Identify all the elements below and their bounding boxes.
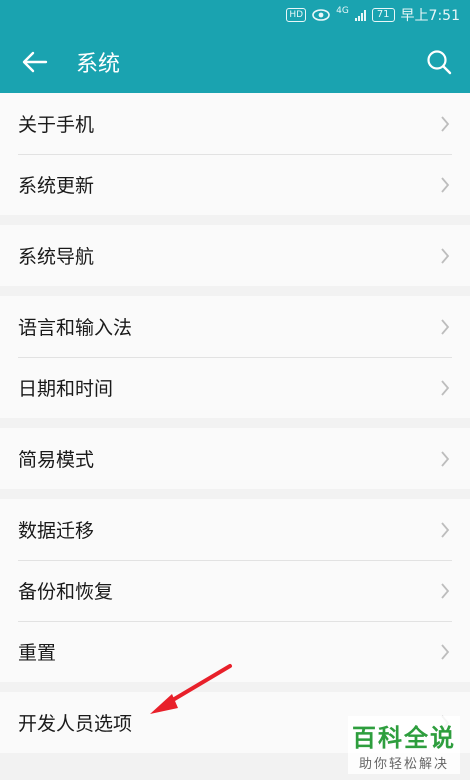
settings-item-label: 系统更新: [18, 175, 95, 197]
chevron-right-icon: [438, 316, 452, 338]
settings-group: 简易模式: [0, 428, 470, 489]
settings-group: 系统导航: [0, 225, 470, 286]
chevron-right-icon: [438, 113, 452, 135]
battery-icon: 71: [371, 8, 395, 22]
chevron-right-icon: [438, 448, 452, 470]
settings-item-system-update[interactable]: 系统更新: [0, 154, 470, 215]
network-type-badge: 4G: [336, 6, 349, 16]
search-icon[interactable]: [422, 45, 456, 79]
settings-group: 关于手机 系统更新: [0, 93, 470, 215]
page-title: 系统: [76, 51, 121, 77]
settings-item-label: 关于手机: [18, 114, 95, 136]
settings-item-backup-restore[interactable]: 备份和恢复: [0, 560, 470, 621]
watermark-logo: 百科全说 助你轻松解决: [348, 716, 460, 774]
chevron-right-icon: [438, 377, 452, 399]
eye-comfort-icon: [312, 9, 330, 21]
signal-icon: [354, 9, 366, 21]
hd-badge: HD: [286, 8, 307, 22]
settings-item-date-time[interactable]: 日期和时间: [0, 357, 470, 418]
back-arrow-icon[interactable]: [18, 45, 52, 79]
chevron-right-icon: [438, 641, 452, 663]
annotation-arrow-icon: [150, 664, 232, 714]
settings-item-data-migration[interactable]: 数据迁移: [0, 499, 470, 560]
watermark-subtitle: 助你轻松解决: [358, 757, 449, 772]
status-time: 早上7:51: [400, 8, 460, 24]
settings-item-about-phone[interactable]: 关于手机: [0, 93, 470, 154]
chevron-right-icon: [438, 519, 452, 541]
chevron-right-icon: [438, 174, 452, 196]
chevron-right-icon: [438, 245, 452, 267]
settings-item-language-input[interactable]: 语言和输入法: [0, 296, 470, 357]
settings-item-label: 备份和恢复: [18, 581, 114, 603]
watermark-title: 百科全说: [352, 724, 456, 752]
settings-item-system-navigation[interactable]: 系统导航: [0, 225, 470, 286]
header: HD 4G 71 早上7:51 系统: [0, 0, 470, 93]
settings-item-label: 简易模式: [18, 449, 95, 471]
settings-group: 语言和输入法 日期和时间: [0, 296, 470, 418]
app-bar: 系统: [0, 30, 470, 93]
settings-group: 数据迁移 备份和恢复 重置: [0, 499, 470, 682]
settings-item-label: 数据迁移: [18, 520, 95, 542]
settings-item-simple-mode[interactable]: 简易模式: [0, 428, 470, 489]
settings-item-label: 日期和时间: [18, 378, 114, 400]
status-bar: HD 4G 71 早上7:51: [0, 0, 470, 30]
settings-item-label: 系统导航: [18, 246, 95, 268]
chevron-right-icon: [438, 580, 452, 602]
settings-item-label: 语言和输入法: [18, 317, 133, 339]
